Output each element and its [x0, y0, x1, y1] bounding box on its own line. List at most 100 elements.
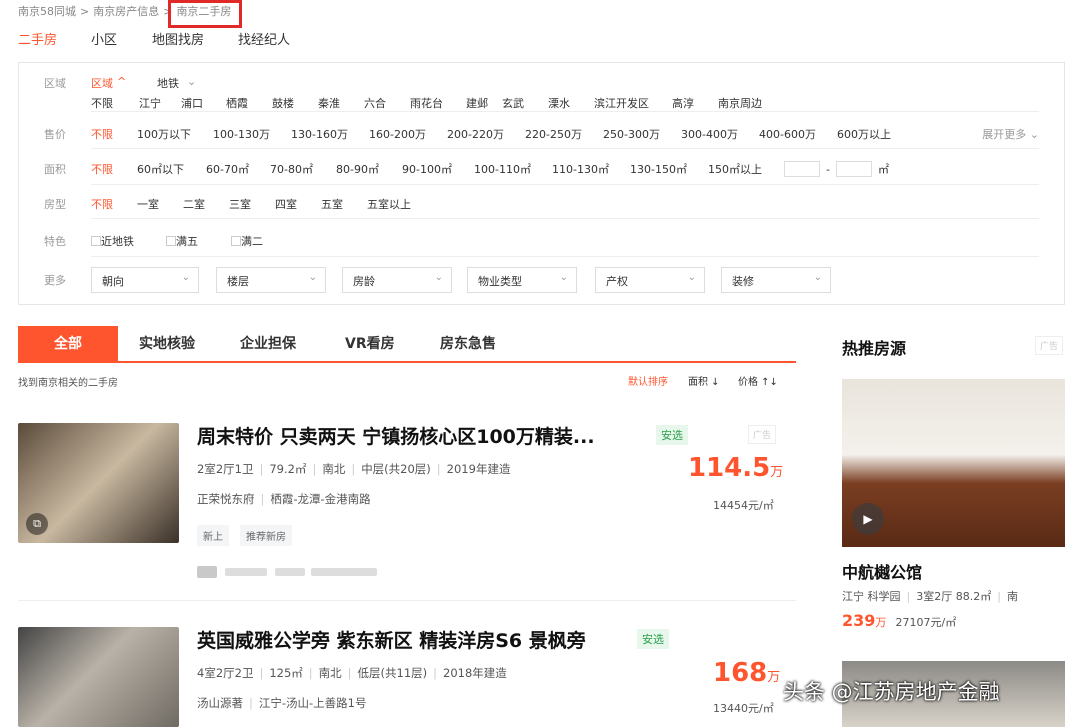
price-item[interactable]: 160-200万 — [369, 126, 447, 142]
region-item[interactable]: 玄武 — [502, 95, 548, 111]
expand-more-button[interactable]: 展开更多 ⌄ — [982, 126, 1039, 142]
chevron-up-icon[interactable]: ^ — [111, 75, 157, 91]
listing-meta: 2室2厅1卫 | 79.2㎡ | 南北 | 中层(共20层) | 2019年建造 — [197, 462, 511, 476]
region-item[interactable]: 南京周边 — [718, 95, 762, 111]
area-item[interactable]: 150㎡以上 — [708, 161, 784, 177]
area-name: 科学园 — [867, 590, 901, 603]
price-item[interactable]: 600万以上 — [837, 126, 891, 142]
region-item[interactable]: 秦淮 — [318, 95, 364, 111]
tab-verified[interactable]: 实地核验 — [139, 326, 195, 363]
feature-two-years[interactable]: 满二 — [231, 233, 263, 249]
sort-price[interactable]: 价格 ↑↓ — [738, 373, 778, 388]
select-ownership[interactable]: 产权 ⌄ — [595, 267, 705, 293]
room-item[interactable]: 三室 — [229, 196, 275, 212]
area-item[interactable]: 100-110㎡ — [474, 161, 552, 177]
price-item[interactable]: 300-400万 — [681, 126, 759, 142]
layout: 2室2厅1卫 — [197, 462, 254, 476]
select-property-type[interactable]: 物业类型 ⌄ — [467, 267, 577, 293]
gallery-icon: ⧉ — [26, 513, 48, 535]
divider — [91, 111, 1039, 112]
room-item[interactable]: 一室 — [137, 196, 183, 212]
room-item[interactable]: 二室 — [183, 196, 229, 212]
nav-secondhand[interactable]: 二手房 — [18, 29, 91, 48]
region-item[interactable]: 溧水 — [548, 95, 594, 111]
district: 江宁 — [842, 590, 864, 603]
layout: 4室2厅2卫 — [197, 666, 254, 680]
room-item[interactable]: 五室以上 — [367, 196, 411, 212]
select-decoration[interactable]: 装修 ⌄ — [721, 267, 831, 293]
region-item[interactable]: 不限 — [91, 95, 139, 111]
tab-urgent[interactable]: 房东急售 — [440, 326, 496, 363]
region-item[interactable]: 高淳 — [672, 95, 718, 111]
room-item[interactable]: 不限 — [91, 196, 137, 212]
area-item[interactable]: 60-70㎡ — [206, 161, 270, 177]
filter-label: 区域 — [44, 77, 66, 90]
region-item[interactable]: 雨花台 — [410, 95, 466, 111]
nav-community[interactable]: 小区 — [91, 29, 152, 48]
area-item[interactable]: 70-80㎡ — [270, 161, 336, 177]
chevron-down-icon: ⌄ — [434, 272, 443, 283]
sort-default[interactable]: 默认排序 — [628, 373, 668, 388]
area-item[interactable]: 110-130㎡ — [552, 161, 630, 177]
area-max-input[interactable] — [835, 161, 872, 177]
price-unit: 万 — [767, 670, 781, 685]
checkbox[interactable] — [91, 236, 101, 246]
orientation: 南北 — [318, 666, 342, 680]
chevron-down-icon[interactable]: ⌄ — [181, 75, 196, 91]
region-item[interactable]: 鼓楼 — [272, 95, 318, 111]
checkbox[interactable] — [166, 236, 176, 246]
select-floor[interactable]: 楼层 ⌄ — [216, 267, 326, 293]
area-item[interactable]: 不限 — [91, 161, 137, 177]
community-link[interactable]: 正荣悦东府 — [197, 492, 255, 506]
room-item[interactable]: 四室 — [275, 196, 321, 212]
listing-photo[interactable]: ⧉ — [18, 423, 179, 543]
sort-area[interactable]: 面积 ↓ — [688, 373, 720, 388]
price-item[interactable]: 220-250万 — [525, 126, 603, 142]
price-item[interactable]: 400-600万 — [759, 126, 837, 142]
region-item[interactable]: 浦口 — [181, 95, 226, 111]
safe-badge: 安选 — [656, 425, 688, 445]
area-item[interactable]: 90-100㎡ — [402, 161, 474, 177]
price-item[interactable]: 250-300万 — [603, 126, 681, 142]
tab-vr[interactable]: VR看房 — [345, 326, 395, 363]
price-item[interactable]: 200-220万 — [447, 126, 525, 142]
nav-agent[interactable]: 找经纪人 — [238, 29, 290, 48]
tab-guarantee[interactable]: 企业担保 — [240, 326, 296, 363]
region-item[interactable]: 江宁 — [139, 95, 181, 111]
price-item[interactable]: 不限 — [91, 126, 137, 142]
community-link[interactable]: 汤山源著 — [197, 696, 243, 710]
crumb-58[interactable]: 南京58同城 — [18, 5, 76, 18]
region-item[interactable]: 滨江开发区 — [594, 95, 672, 111]
divider — [91, 148, 1039, 149]
checkbox[interactable] — [231, 236, 241, 246]
room-item[interactable]: 五室 — [321, 196, 367, 212]
nav-map[interactable]: 地图找房 — [152, 29, 238, 48]
area-item[interactable]: 60㎡以下 — [137, 161, 206, 177]
region-item[interactable]: 六合 — [364, 95, 410, 111]
region-item[interactable]: 栖霞 — [226, 95, 272, 111]
price-item[interactable]: 100万以下 — [137, 126, 213, 142]
select-age[interactable]: 房龄 ⌄ — [342, 267, 452, 293]
divider — [91, 256, 1039, 257]
select-orientation[interactable]: 朝向 ⌄ — [91, 267, 199, 293]
tab-all[interactable]: 全部 — [18, 326, 118, 363]
area-item[interactable]: 130-150㎡ — [630, 161, 708, 177]
feature-five-years[interactable]: 满五 — [166, 233, 231, 249]
listing-title[interactable]: 英国威雅公学旁 紫东新区 精装洋房S6 景枫旁 — [197, 626, 586, 653]
play-icon[interactable]: ▶ — [852, 503, 884, 535]
price-value: 114.5 — [688, 453, 771, 483]
tag-chip: 新上 — [197, 525, 229, 546]
sidebar-name[interactable]: 中航樾公馆 — [842, 559, 922, 583]
region-item[interactable]: 建邺 — [466, 95, 502, 111]
listing-title[interactable]: 周末特价 只卖两天 宁镇扬核心区100万精装... — [197, 422, 595, 449]
price-value: 239 — [842, 611, 876, 630]
area-item[interactable]: 80-90㎡ — [336, 161, 402, 177]
region-mode-metro[interactable]: 地铁 — [157, 75, 181, 91]
listing-photo[interactable] — [18, 627, 179, 727]
crumb-property[interactable]: 南京房产信息 — [93, 5, 159, 18]
feature-near-metro[interactable]: 近地铁 — [91, 233, 166, 249]
price-item[interactable]: 130-160万 — [291, 126, 369, 142]
price-item[interactable]: 100-130万 — [213, 126, 291, 142]
region-mode-area[interactable]: 区域 — [91, 75, 113, 91]
area-min-input[interactable] — [784, 161, 820, 177]
